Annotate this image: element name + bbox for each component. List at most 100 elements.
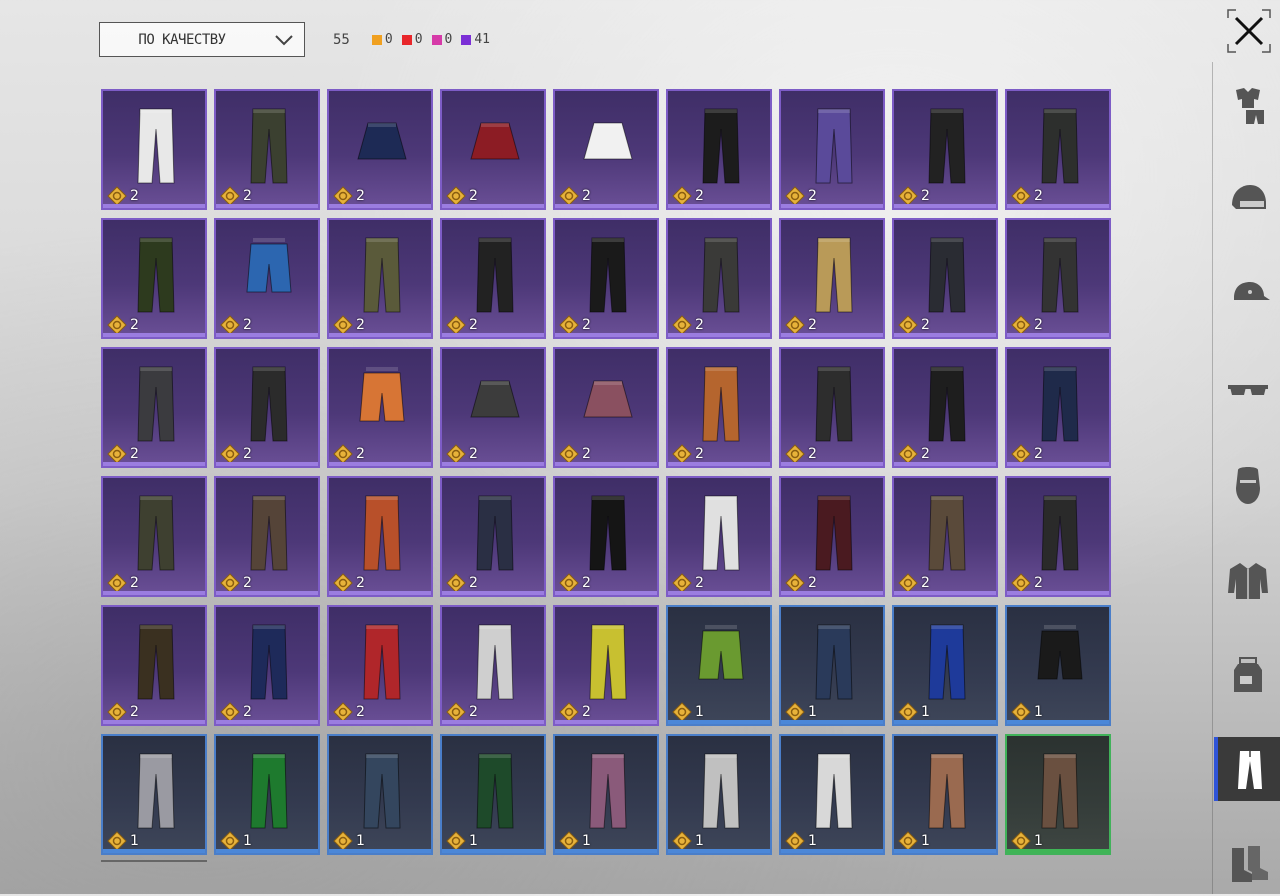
upgrade-badge-icon	[672, 315, 692, 335]
item-card[interactable]: 2	[892, 347, 998, 468]
item-card[interactable]: 2	[553, 476, 659, 597]
item-card[interactable]: 2	[214, 347, 320, 468]
item-image	[137, 366, 175, 442]
item-image	[928, 108, 966, 184]
item-card[interactable]: 2	[892, 89, 998, 210]
item-card[interactable]: 2	[1005, 89, 1111, 210]
item-card[interactable]: 2	[892, 476, 998, 597]
item-card[interactable]: 1	[327, 734, 433, 855]
item-card[interactable]: 2	[1005, 347, 1111, 468]
item-quantity: 1	[469, 833, 478, 849]
item-card[interactable]: 2	[779, 347, 885, 468]
upgrade-badge-icon	[559, 702, 579, 722]
item-card[interactable]: 1	[214, 734, 320, 855]
item-card[interactable]: 2	[666, 218, 772, 339]
item-card[interactable]: 2	[1005, 218, 1111, 339]
item-card[interactable]: 2	[440, 347, 546, 468]
item-card[interactable]: 2	[779, 218, 885, 339]
item-card[interactable]: 2	[101, 218, 207, 339]
item-card[interactable]: 1	[779, 734, 885, 855]
category-tab-backpack[interactable]	[1214, 642, 1280, 706]
item-card[interactable]: 1	[779, 605, 885, 726]
item-card[interactable]: 1	[101, 734, 207, 855]
item-card[interactable]: 1	[666, 734, 772, 855]
item-card[interactable]: 1	[892, 605, 998, 726]
upgrade-badge-icon	[559, 831, 579, 851]
cap-icon	[1233, 282, 1270, 300]
upgrade-badge-icon	[220, 444, 240, 464]
item-card[interactable]: 2	[214, 218, 320, 339]
upgrade-badge-icon	[898, 444, 918, 464]
item-quantity: 2	[695, 317, 704, 333]
category-tab-outfit[interactable]	[1214, 72, 1280, 136]
item-quantity: 1	[808, 704, 817, 720]
item-card[interactable]: 2	[214, 605, 320, 726]
item-image	[476, 753, 514, 829]
category-tab-cap[interactable]	[1214, 262, 1280, 326]
category-tab-helmet[interactable]	[1214, 167, 1280, 231]
category-tab-boots[interactable]	[1214, 832, 1280, 896]
upgrade-badge-icon	[220, 315, 240, 335]
item-card[interactable]: 2	[101, 476, 207, 597]
item-card[interactable]: 2	[327, 347, 433, 468]
item-card[interactable]: 2	[327, 89, 433, 210]
item-card[interactable]: 2	[214, 89, 320, 210]
category-tab-jacket[interactable]	[1214, 547, 1280, 611]
item-card[interactable]: 2	[327, 218, 433, 339]
item-card[interactable]: 1	[666, 605, 772, 726]
item-image	[1037, 625, 1083, 680]
item-card[interactable]: 2	[892, 218, 998, 339]
item-card[interactable]: 2	[214, 476, 320, 597]
item-card[interactable]: 2	[101, 347, 207, 468]
item-card[interactable]: 1	[553, 734, 659, 855]
item-image	[815, 753, 853, 829]
item-card[interactable]: 1	[892, 734, 998, 855]
upgrade-badge-icon	[1011, 702, 1031, 722]
item-image	[589, 753, 627, 829]
item-card[interactable]: 2	[553, 89, 659, 210]
category-tab-glasses[interactable]	[1214, 357, 1280, 421]
item-card[interactable]: 2	[440, 218, 546, 339]
item-card[interactable]: 2	[101, 89, 207, 210]
item-quantity: 2	[356, 317, 365, 333]
upgrade-badge-icon	[446, 444, 466, 464]
item-card[interactable]: 2	[327, 476, 433, 597]
item-card[interactable]: 2	[666, 476, 772, 597]
item-image	[359, 367, 405, 422]
item-card[interactable]: 2	[440, 476, 546, 597]
upgrade-badge-icon	[898, 702, 918, 722]
item-quantity: 2	[130, 575, 139, 591]
item-card[interactable]: 2	[779, 476, 885, 597]
item-quantity: 2	[243, 704, 252, 720]
item-card[interactable]: 2	[440, 89, 546, 210]
item-card[interactable]: 2	[440, 605, 546, 726]
item-card[interactable]: 2	[553, 218, 659, 339]
item-card[interactable]: 2	[553, 347, 659, 468]
item-card[interactable]: 2	[666, 89, 772, 210]
item-card[interactable]: 1	[1005, 734, 1111, 855]
item-quantity: 2	[582, 317, 591, 333]
item-quantity: 1	[1034, 833, 1043, 849]
item-card[interactable]: 1	[1005, 605, 1111, 726]
page-indicator	[101, 860, 207, 862]
upgrade-badge-icon	[333, 573, 353, 593]
item-card[interactable]: 2	[101, 605, 207, 726]
close-icon[interactable]	[1226, 8, 1272, 54]
category-tab-pants[interactable]	[1214, 737, 1280, 801]
category-tab-mask[interactable]	[1214, 452, 1280, 516]
upgrade-badge-icon	[107, 315, 127, 335]
item-card[interactable]: 2	[1005, 476, 1111, 597]
legendary-square	[371, 34, 382, 45]
item-card[interactable]: 1	[440, 734, 546, 855]
sort-dropdown[interactable]: ПО КАЧЕСТВУ	[99, 22, 305, 57]
item-card[interactable]: 2	[327, 605, 433, 726]
upgrade-badge-icon	[559, 444, 579, 464]
item-quantity: 2	[469, 317, 478, 333]
pink-square	[431, 34, 442, 45]
item-image	[928, 624, 966, 700]
item-card[interactable]: 2	[553, 605, 659, 726]
item-image	[250, 624, 288, 700]
item-card[interactable]: 2	[666, 347, 772, 468]
epic-square	[461, 34, 472, 45]
item-card[interactable]: 2	[779, 89, 885, 210]
